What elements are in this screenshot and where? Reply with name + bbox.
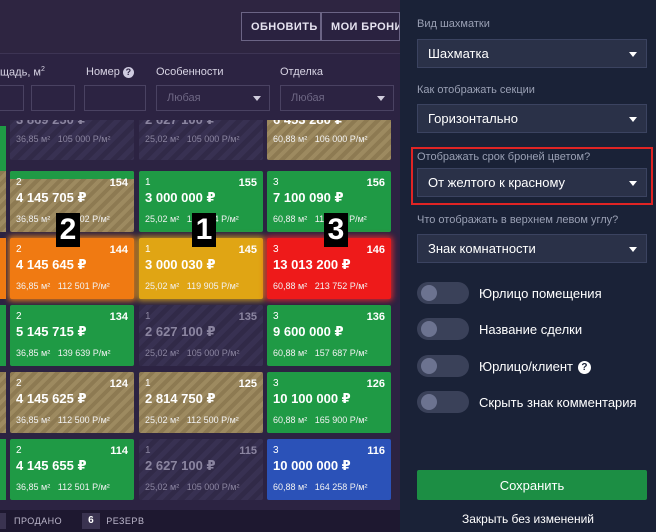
legend-bar: ПРОДАНО 6 РЕЗЕРВ (0, 510, 400, 532)
annotation-number-1: 1 (192, 213, 216, 247)
chevron-down-icon (377, 96, 385, 101)
area-from-input[interactable] (0, 85, 24, 111)
partial-cell[interactable] (0, 439, 6, 500)
highlight-frame (411, 147, 653, 205)
apartment-cell[interactable]: 3 116 10 000 000 ₽ 60,88 м² 164 258 Р/м² (267, 439, 391, 500)
apartment-cell[interactable]: 6 453 280 ₽ 60,88 м² 106 000 Р/м² (267, 120, 391, 160)
features-filter-label: Особенности (156, 66, 224, 78)
my-bookings-button[interactable]: МОИ БРОНИ (321, 12, 400, 41)
legend-swatch (0, 513, 6, 529)
close-without-changes-link[interactable]: Закрыть без изменений (400, 512, 656, 526)
annotation-number-3: 3 (324, 213, 348, 247)
settings-panel: Вид шахматки Шахматка Как отображать сек… (400, 0, 656, 532)
apartment-cell[interactable]: 3 136 9 600 000 ₽ 60,88 м² 157 687 Р/м² (267, 305, 391, 366)
view-select[interactable]: Шахматка (417, 39, 647, 68)
chevron-down-icon (629, 52, 637, 57)
corner-label: Что отображать в верхнем левом углу? (417, 214, 619, 226)
number-filter-label: Номер ? (86, 66, 134, 78)
finish-filter-label: Отделка (280, 66, 323, 78)
apartment-cell[interactable]: 1 145 3 000 030 ₽ 25,02 м² 119 905 Р/м² (139, 238, 263, 299)
features-select[interactable]: Любая (156, 85, 270, 111)
chevron-down-icon (629, 117, 637, 122)
legend-reserve-count: 6 (82, 513, 101, 529)
chevron-down-icon (629, 247, 637, 252)
legend-sold-label: ПРОДАНО (14, 516, 63, 526)
toggle-row-entity[interactable]: Юрлицо помещения (417, 282, 602, 304)
help-icon[interactable]: ? (577, 360, 591, 374)
view-label: Вид шахматки (417, 18, 490, 30)
help-icon[interactable]: ? (122, 67, 134, 78)
partial-cell[interactable] (0, 238, 6, 299)
apartment-cell[interactable]: 1 135 2 627 100 ₽ 25,02 м² 105 000 Р/м² (139, 305, 263, 366)
partial-cell[interactable] (0, 171, 6, 232)
corner-select[interactable]: Знак комнатности (417, 234, 647, 263)
toggle-switch[interactable] (417, 391, 469, 413)
apartment-cell[interactable]: 2 144 4 145 645 ₽ 36,85 м² 112 501 Р/м² (10, 238, 134, 299)
toggle-row-hide-comment[interactable]: Скрыть знак комментария (417, 391, 637, 413)
top-toolbar: ОБНОВИТЬ МОИ БРОНИ (0, 0, 400, 54)
apartment-cell[interactable]: 2 114 4 145 655 ₽ 36,85 м² 112 501 Р/м² (10, 439, 134, 500)
apartment-cell[interactable]: 2 134 5 145 715 ₽ 36,85 м² 139 639 Р/м² (10, 305, 134, 366)
chevron-down-icon (253, 96, 261, 101)
apartment-cell[interactable]: 3 126 10 100 000 ₽ 60,88 м² 165 900 Р/м² (267, 372, 391, 433)
sections-select[interactable]: Горизонтально (417, 104, 647, 133)
finish-select[interactable]: Любая (280, 85, 394, 111)
annotation-number-2: 2 (56, 213, 80, 247)
toggle-switch[interactable] (417, 355, 469, 377)
apartment-cell[interactable]: 3 146 13 013 200 ₽ 60,88 м² 213 752 Р/м² (267, 238, 391, 299)
apartment-cell[interactable]: 2 124 4 145 625 ₽ 36,85 м² 112 500 Р/м² (10, 372, 134, 433)
apartment-grid: 3 869 250 ₽ 36,85 м² 105 000 Р/м² 2 627 … (0, 120, 400, 510)
save-button[interactable]: Сохранить (417, 470, 647, 500)
toggle-row-entity-client[interactable]: Юрлицо/клиент? (417, 355, 591, 377)
toggle-switch[interactable] (417, 282, 469, 304)
apartment-cell[interactable]: 3 869 250 ₽ 36,85 м² 105 000 Р/м² (10, 120, 134, 160)
area-to-input[interactable] (31, 85, 75, 111)
area-filter-label: щадь, м2 (0, 66, 45, 79)
number-input[interactable] (84, 85, 146, 111)
apartment-cell[interactable]: 1 125 2 814 750 ₽ 25,02 м² 112 500 Р/м² (139, 372, 263, 433)
apartment-cell[interactable]: 2 627 100 ₽ 25,02 м² 105 000 Р/м² (139, 120, 263, 160)
sections-label: Как отображать секции (417, 84, 535, 96)
apartment-cell[interactable]: 1 115 2 627 100 ₽ 25,02 м² 105 000 Р/м² (139, 439, 263, 500)
toggle-switch[interactable] (417, 318, 469, 340)
refresh-button[interactable]: ОБНОВИТЬ (241, 12, 321, 41)
partial-cell[interactable] (0, 305, 6, 366)
toggle-row-deal-name[interactable]: Название сделки (417, 318, 582, 340)
partial-cell[interactable] (0, 372, 6, 433)
filter-bar: щадь, м2 Номер ? Особенности Любая Отдел… (0, 55, 400, 120)
legend-reserve-label: РЕЗЕРВ (106, 516, 145, 526)
